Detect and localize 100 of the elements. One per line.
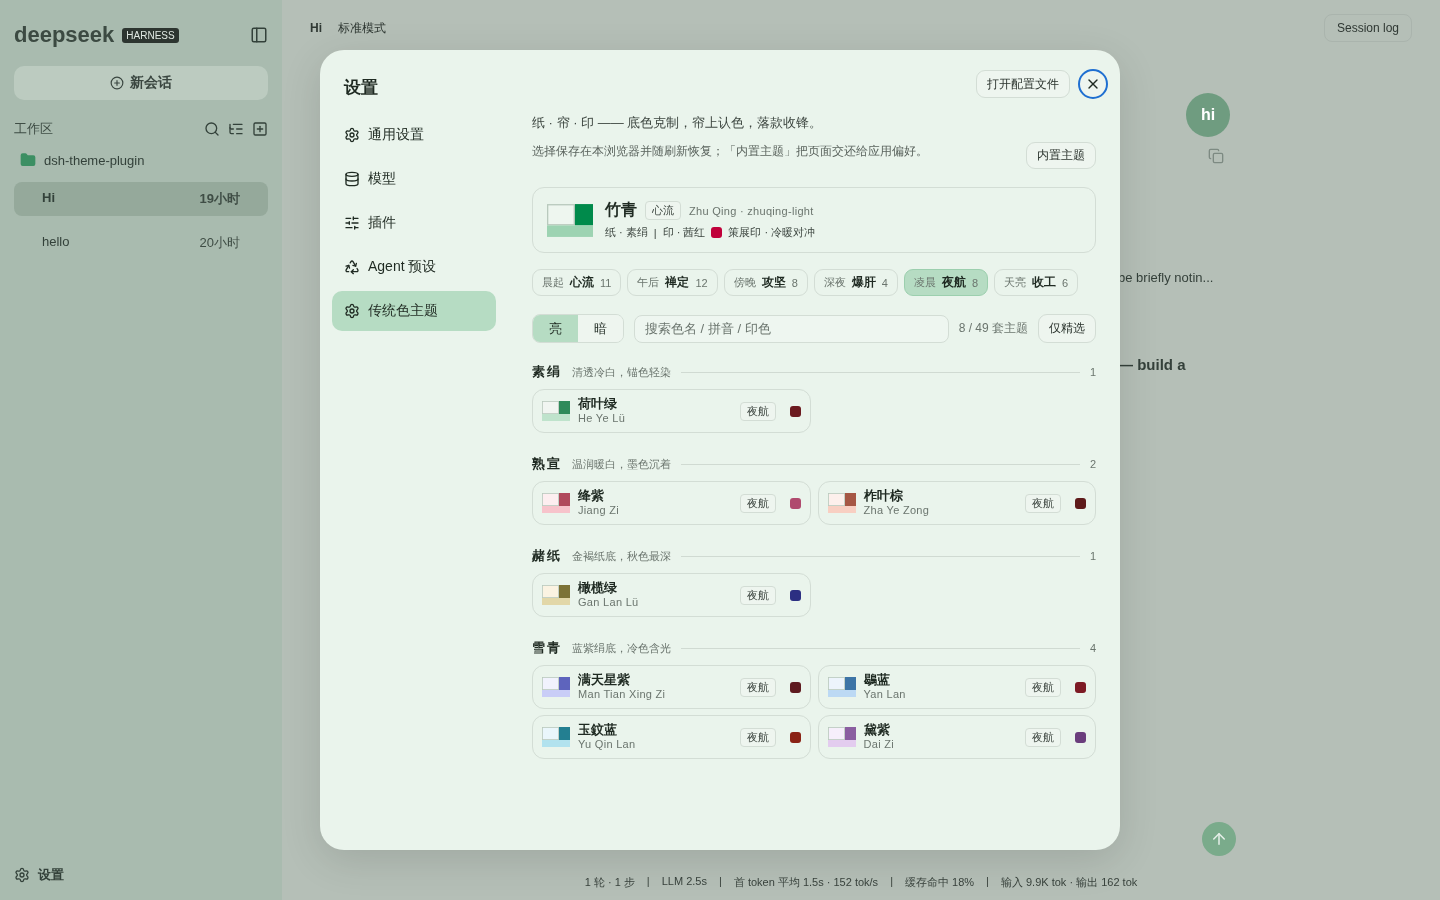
nav-item[interactable]: 模型 <box>332 159 496 199</box>
separator-text: | <box>718 875 722 889</box>
theme-pinyin: He Ye Lü <box>578 412 627 425</box>
status-text: 输入 9.9K tok · 输出 162 tok <box>1000 875 1138 890</box>
new-chat-button[interactable]: 新会话 <box>14 66 268 100</box>
nav-item[interactable]: 插件 <box>332 203 496 243</box>
mood-tag: 夜航 <box>1025 677 1061 697</box>
session-item[interactable]: Hi 19小时 <box>14 182 268 216</box>
mood-tag: 夜航 <box>739 585 776 605</box>
mood-chip[interactable]: 傍晚 攻坚 8 <box>723 269 808 296</box>
database-icon <box>344 171 360 187</box>
note-text: 选择保存在本浏览器并随刷新恢复；「内置主题」把页面交还给应用偏好。 <box>532 143 928 160</box>
sidebar-toggle-icon <box>250 26 268 44</box>
session-log-button[interactable]: Session log <box>1323 14 1412 42</box>
group-name: 素绢 <box>532 363 562 381</box>
session-item[interactable]: hello 20小时 <box>14 226 268 260</box>
theme-card[interactable]: 荷叶绿 He Ye Lü 夜航 <box>532 389 811 433</box>
copy-icon <box>1208 148 1224 164</box>
dialog-title: 设置 <box>344 77 379 99</box>
mood-tag: 夜航 <box>739 677 776 697</box>
theme-pinyin: Zhu Qing · zhuqing-light <box>689 204 814 217</box>
theme-count: 8 / 49 套主题 <box>958 320 1028 337</box>
group-description: 蓝紫绢底，冷色含光 <box>572 640 671 656</box>
new-folder-icon <box>252 121 268 137</box>
theme-name: 绛紫 <box>578 489 605 505</box>
gear-icon <box>14 867 30 883</box>
group-name: 赭纸 <box>532 547 562 565</box>
settings-link[interactable]: 设置 <box>38 866 64 884</box>
theme-card[interactable]: 柞叶棕 Zha Ye Zong 夜航 <box>817 481 1096 525</box>
group-count: 4 <box>1089 642 1096 654</box>
avatar: hi <box>1186 93 1230 137</box>
theme-pinyin: Gan Lan Lü <box>578 596 640 609</box>
version-badge: HARNESS <box>122 27 179 43</box>
mood-chip[interactable]: 天亮 收工 6 <box>994 269 1079 296</box>
theme-pinyin: Man Tian Xing Zi <box>578 688 667 701</box>
separator-text: | <box>646 875 650 889</box>
theme-name: 橄榄绿 <box>578 581 618 597</box>
mood-tag: 夜航 <box>739 493 776 513</box>
theme-pinyin: Yan Lan <box>863 688 907 701</box>
paper-label: 纸 · 素绢 <box>605 225 648 240</box>
group-description: 金褐纸底，秋色最深 <box>572 548 671 564</box>
status-text: 首 token 平均 1.5s · 152 tok/s <box>733 875 879 890</box>
status-text: LLM 2.5s <box>661 875 707 889</box>
nav-item[interactable]: 通用设置 <box>332 115 496 155</box>
mood-chip[interactable]: 午后 禅定 12 <box>627 269 718 296</box>
theme-name: 柞叶棕 <box>863 489 904 505</box>
mode-label: 标准模式 <box>338 19 386 37</box>
theme-pinyin: Dai Zi <box>863 738 896 751</box>
theme-name: 满天星紫 <box>578 673 631 689</box>
chat-title: Hi <box>310 21 322 35</box>
folder-name: dsh-theme-plugin <box>44 152 145 168</box>
theme-name: 黛紫 <box>863 723 891 739</box>
sliders-icon <box>344 215 360 231</box>
mood-tag: 夜航 <box>739 727 776 747</box>
group-count: 1 <box>1089 366 1096 378</box>
theme-name: 玉鈫蓝 <box>578 723 618 739</box>
separator-text: | <box>986 875 989 889</box>
separator-text: | <box>890 875 893 889</box>
theme-pinyin: Yu Qin Lan <box>578 738 637 751</box>
nav-item[interactable]: 传统色主题 <box>332 291 496 331</box>
mood-chip[interactable]: 凌晨 夜航 8 <box>903 269 989 296</box>
theme-card[interactable]: 绛紫 Jiang Zi 夜航 <box>532 481 811 525</box>
gear-icon <box>344 127 360 143</box>
group-description: 温润暖白，墨色沉着 <box>572 456 671 472</box>
open-config-button[interactable]: 打开配置文件 <box>976 70 1070 98</box>
group-count: 2 <box>1089 458 1096 470</box>
group-name: 雪青 <box>532 639 562 657</box>
group-name: 熟宣 <box>532 455 562 473</box>
seal-label: 印 · 茜红 <box>662 225 706 240</box>
section-label: 工作区 <box>14 120 53 138</box>
group-count: 1 <box>1089 550 1096 562</box>
search-field[interactable]: 搜索色名 / 拼音 / 印色 <box>634 314 949 343</box>
theme-card[interactable]: 鶡蓝 Yan Lan 夜航 <box>817 665 1096 709</box>
theme-pinyin: Zha Ye Zong <box>863 504 931 517</box>
group-description: 清透冷白，锚色轻染 <box>572 364 671 380</box>
theme-card[interactable]: 橄榄绿 Gan Lan Lü 夜航 <box>532 573 811 617</box>
theme-name: 竹青 <box>605 200 637 220</box>
tagline: 纸 · 帘 · 印 —— 底色克制，帘上认色，落款收锋。 <box>532 114 824 132</box>
mood-tag: 夜航 <box>1025 493 1061 513</box>
theme-name: 荷叶绿 <box>578 397 618 413</box>
mood-chip[interactable]: 晨起 心流 11 <box>532 269 622 296</box>
mood-tag: 心流 <box>645 201 681 220</box>
theme-card[interactable]: 黛紫 Dai Zi 夜航 <box>817 715 1096 759</box>
mood-tag: 夜航 <box>739 401 776 421</box>
status-text: 1 轮 · 1 步 <box>584 875 635 890</box>
mood-tag: 夜航 <box>1025 727 1061 747</box>
folder-icon <box>20 152 36 168</box>
mood-chip[interactable]: 深夜 爆肝 4 <box>813 269 898 296</box>
search-icon <box>204 121 220 137</box>
mode-toggle[interactable]: 暗 <box>578 315 623 342</box>
featured-filter-button[interactable]: 仅精选 <box>1038 314 1096 343</box>
builtin-theme-button[interactable]: 内置主题 <box>1026 142 1096 169</box>
theme-card[interactable]: 满天星紫 Man Tian Xing Zi 夜航 <box>532 665 811 709</box>
theme-card[interactable]: 玉鈫蓝 Yu Qin Lan 夜航 <box>532 715 811 759</box>
logo: deepseek <box>14 22 115 48</box>
close-button[interactable] <box>1078 69 1108 99</box>
seal-note: 策展印 · 冷暖对冲 <box>728 225 816 240</box>
nav-item[interactable]: Agent 预设 <box>332 247 496 287</box>
mode-toggle[interactable]: 亮 <box>533 315 578 342</box>
gear-icon <box>344 303 360 319</box>
